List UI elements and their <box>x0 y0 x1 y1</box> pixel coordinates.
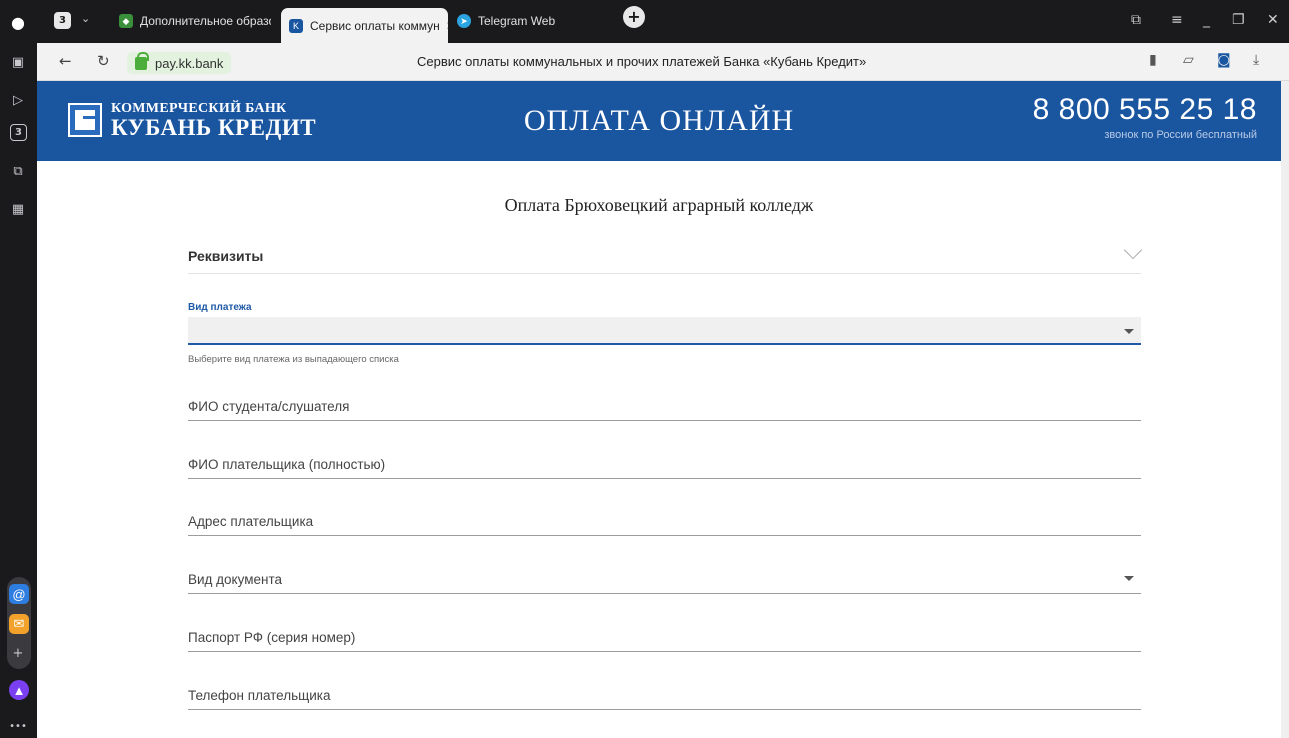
dropdown-caret-icon <box>1124 576 1134 581</box>
tab-education[interactable]: ◆ Дополнительное образов <box>111 6 271 36</box>
assistant-icon[interactable]: ▲ <box>9 680 29 700</box>
payment-type-hint: Выберите вид платежа из выпадающего спис… <box>188 354 399 365</box>
back-icon[interactable]: ← <box>59 52 72 70</box>
tab-bar: 3 ⌄ ◆ Дополнительное образов K Сервис оп… <box>37 0 1289 43</box>
payment-type-select: Вид платежа Выберите вид платежа из выпа… <box>188 302 1141 365</box>
bookmarks-panel-icon[interactable]: ⧉ <box>1131 12 1141 28</box>
dropdown-caret-icon <box>1124 329 1134 334</box>
new-tab-icon[interactable]: + <box>623 6 645 28</box>
phone-number[interactable]: 8 800 555 25 18 <box>1033 93 1257 127</box>
apps-grid-icon[interactable]: ▦ <box>8 199 28 219</box>
field-label: Паспорт РФ (серия номер) <box>188 630 356 645</box>
payer-phone-field[interactable]: Телефон плательщика <box>188 684 1141 710</box>
field-label: Телефон плательщика <box>188 688 331 703</box>
url-field[interactable]: pay.kk.bank <box>127 51 232 74</box>
play-icon[interactable]: ▷ <box>8 90 28 110</box>
new-tab-label: + <box>627 7 641 26</box>
field-label: ФИО плательщика (полностью) <box>188 457 386 472</box>
requisites-section[interactable]: Реквизиты <box>188 240 1143 274</box>
field-label: Адрес плательщика <box>188 514 314 529</box>
student-name-field[interactable]: ФИО студента/слушателя <box>188 395 1141 421</box>
address-bar: ← ↻ pay.kk.bank Сервис оплаты коммунальн… <box>37 43 1289 81</box>
bookmark-icon[interactable]: ▮ <box>1149 52 1157 68</box>
reload-icon[interactable]: ↻ <box>97 52 110 70</box>
sidebar-badge-count: 3 <box>15 127 22 138</box>
phone-note: звонок по России бесплатный <box>1104 129 1257 141</box>
minimize-icon[interactable]: _ <box>1203 12 1210 28</box>
chevron-down-icon[interactable] <box>1123 240 1143 260</box>
mail-at-icon[interactable]: @ <box>9 584 29 604</box>
payer-name-field[interactable]: ФИО плательщика (полностью) <box>188 453 1141 479</box>
tab-close-icon[interactable]: ✕ <box>446 19 448 33</box>
tab-payment-service[interactable]: K Сервис оплаты коммун ✕ <box>281 8 448 43</box>
tabs-dropdown-icon[interactable]: ⌄ <box>81 12 90 25</box>
site-header: КОММЕРЧЕСКИЙ БАНК КУБАНЬ КРЕДИТ ОПЛАТА О… <box>37 81 1281 161</box>
download-icon[interactable]: ⤓ <box>1253 52 1259 68</box>
tab-title: Дополнительное образов <box>140 14 271 28</box>
profile-icon[interactable]: ● <box>8 12 28 32</box>
collections-icon[interactable]: ▣ <box>8 52 28 72</box>
field-label: ФИО студента/слушателя <box>188 399 350 414</box>
payment-type-label: Вид платежа <box>188 302 252 313</box>
form-title: Оплата Брюховецкий аграрный колледж <box>504 195 814 215</box>
tab-telegram[interactable]: ➤ Telegram Web <box>449 6 599 36</box>
tabs-badge-icon[interactable]: 3 <box>10 124 27 141</box>
mail-envelope-icon[interactable]: ✉ <box>9 614 29 634</box>
page-scrollbar[interactable] <box>1281 81 1289 738</box>
payer-address-field[interactable]: Адрес плательщика <box>188 510 1141 536</box>
tab-favicon-icon: ◆ <box>119 14 133 28</box>
close-window-icon[interactable]: ✕ <box>1267 12 1279 28</box>
tabs-count: 3 <box>59 15 66 26</box>
extension-icon[interactable]: ◙ <box>1217 52 1231 68</box>
tab-title: Telegram Web <box>478 14 556 28</box>
menu-icon[interactable]: ≡ <box>1171 12 1183 28</box>
url-text: pay.kk.bank <box>155 55 224 71</box>
section-label: Реквизиты <box>188 248 264 264</box>
tabs-counter-icon[interactable]: 3 <box>54 12 71 29</box>
screenshot-icon[interactable]: ⧉ <box>8 161 28 181</box>
browser-sidebar: ● ▣ ▷ 3 ⧉ ▦ @ ✉ + ▲ ••• <box>0 0 37 738</box>
tab-title: Сервис оплаты коммун <box>310 18 440 33</box>
page-heading: Сервис оплаты коммунальных и прочих плат… <box>417 54 867 69</box>
document-type-select[interactable]: Вид документа <box>188 568 1141 594</box>
field-label: Вид документа <box>188 572 282 587</box>
add-app-icon[interactable]: + <box>8 643 28 663</box>
payment-type-dropdown[interactable] <box>188 317 1141 345</box>
reader-icon[interactable]: ▱ <box>1183 52 1194 68</box>
tab-favicon-icon: K <box>289 18 303 33</box>
more-icon[interactable]: ••• <box>8 716 28 736</box>
restore-icon[interactable]: ❐ <box>1232 12 1245 28</box>
telegram-icon: ➤ <box>457 14 471 28</box>
passport-field[interactable]: Паспорт РФ (серия номер) <box>188 626 1141 652</box>
lock-icon <box>135 51 149 70</box>
